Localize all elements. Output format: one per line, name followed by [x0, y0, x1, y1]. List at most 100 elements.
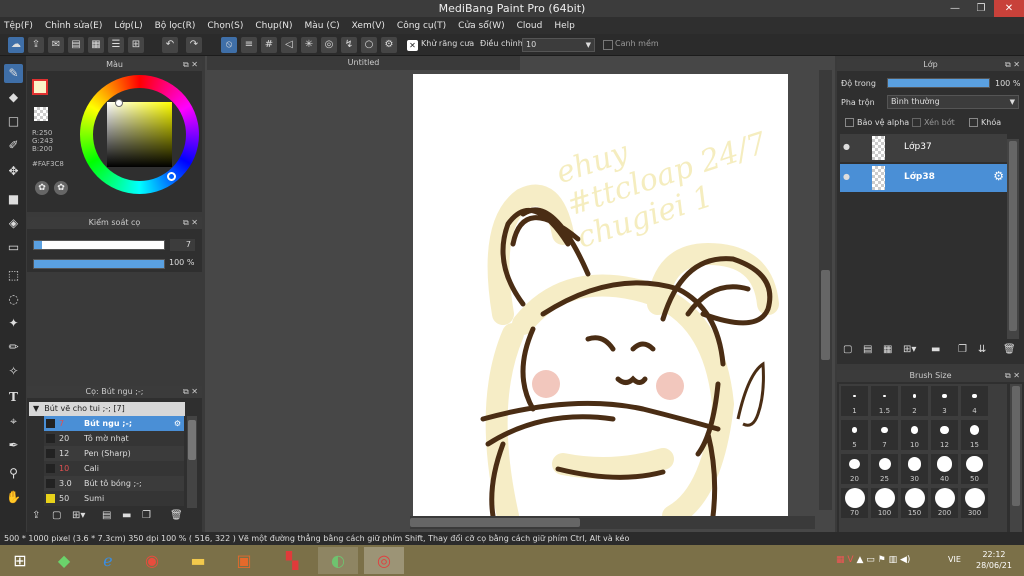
brush-size-cell[interactable]: 30	[901, 454, 928, 484]
drawing-canvas[interactable]: ehuy #ttcloap 24/7 chugiei 1	[413, 74, 788, 516]
internet-explorer-icon[interactable]: ℯ	[88, 547, 128, 574]
brush-size-cell[interactable]: 150	[901, 488, 928, 518]
primary-color-swatch[interactable]	[32, 79, 48, 95]
menu-file[interactable]: Tệp(F)	[4, 21, 33, 31]
brush-size-cell[interactable]: 5	[841, 420, 868, 450]
trash-icon[interactable]: 🗑	[170, 510, 183, 521]
brush-size-cell[interactable]: 300	[961, 488, 988, 518]
dot-pen-icon[interactable]: ✐	[4, 136, 23, 155]
lasso-tool-icon[interactable]: ◌	[4, 290, 23, 309]
saturation-square[interactable]	[107, 102, 172, 167]
tray-flag-icon[interactable]: ⚑	[878, 555, 886, 565]
adjust-select[interactable]: 10 ▼	[522, 38, 595, 52]
scrollbar-thumb[interactable]	[188, 420, 196, 460]
brush-cloud-icon[interactable]: ⇪	[32, 510, 40, 521]
brush-size-cell[interactable]: 40	[931, 454, 958, 484]
brush-size-cell[interactable]: 4	[961, 386, 988, 416]
canvas-vertical-scrollbar[interactable]	[819, 70, 832, 510]
list-icon[interactable]: ☰	[108, 37, 124, 53]
new-layer-doc-icon[interactable]: ▤	[863, 344, 872, 355]
soft-edge-checkbox[interactable]	[603, 40, 613, 50]
duplicate-icon[interactable]: ❐	[142, 510, 151, 521]
palette-add-icon[interactable]: ✿	[54, 181, 68, 195]
brush-size-cell[interactable]: 100	[871, 488, 898, 518]
layer-row[interactable]: ● Lớp38 ⚙	[840, 164, 1007, 192]
protect-alpha-checkbox[interactable]	[845, 118, 854, 127]
comment-icon[interactable]: ✉	[48, 37, 64, 53]
hand-tool-icon[interactable]: ✋	[4, 488, 23, 507]
brush-size-cell[interactable]: 20	[841, 454, 868, 484]
eyedropper-icon[interactable]: ⚲	[4, 464, 23, 483]
fill-rect-icon[interactable]: ■	[4, 190, 23, 209]
brush-doc-icon[interactable]: ▤	[102, 510, 111, 521]
tray-volume-icon[interactable]: ◀)	[900, 555, 910, 565]
bluestacks-icon[interactable]: ◆	[44, 547, 84, 574]
layer-row[interactable]: ● Lớp37	[840, 134, 1007, 162]
new-brush-icon[interactable]: ▢	[52, 510, 61, 521]
visibility-eye-icon[interactable]: ●	[843, 172, 850, 181]
scrollbar-thumb[interactable]	[1009, 141, 1017, 331]
brush-list-item[interactable]: 20 Tô mờ nhạt	[44, 431, 184, 446]
menu-snap[interactable]: Chụp(N)	[255, 21, 292, 31]
brush-size-cell[interactable]: 15	[961, 420, 988, 450]
input-language[interactable]: VIE	[948, 555, 961, 564]
operation-tool-icon[interactable]: ⌖	[4, 412, 23, 431]
undo-icon[interactable]: ↶	[162, 37, 178, 53]
blend-select[interactable]: Bình thường ▼	[887, 95, 1019, 109]
redo-icon[interactable]: ↷	[186, 37, 202, 53]
chrome-icon[interactable]: ◉	[132, 547, 172, 574]
add-layer-menu-icon[interactable]: ⊞▾	[903, 344, 916, 355]
palette-icon[interactable]: ✿	[35, 181, 49, 195]
merge-layer-icon[interactable]: ⇊	[978, 344, 986, 355]
folder-icon[interactable]: ▬	[931, 344, 940, 355]
radial-snap-icon[interactable]: ✳	[301, 37, 317, 53]
brush-size-cell[interactable]: 1	[841, 386, 868, 416]
menu-help[interactable]: Help	[554, 21, 575, 31]
brush-list-scrollbar[interactable]	[187, 416, 197, 508]
perspective-snap-icon[interactable]: ◁	[281, 37, 297, 53]
clipping-checkbox[interactable]	[912, 118, 921, 127]
pen-tool-icon[interactable]: ✒	[4, 436, 23, 455]
canvas-horizontal-scrollbar[interactable]	[410, 516, 815, 529]
clock[interactable]: 22:12 28/06/21	[974, 549, 1014, 571]
tray-arrow-icon[interactable]: ▲	[856, 555, 863, 565]
layer-list-scrollbar[interactable]	[1007, 139, 1019, 339]
panel-close-icon[interactable]: ⧉ ✕	[183, 59, 198, 71]
tray-v-icon[interactable]: V	[847, 555, 853, 565]
text-tool-icon[interactable]: T	[4, 388, 23, 407]
menu-color[interactable]: Màu (C)	[305, 21, 340, 31]
scrollbar-thumb[interactable]	[410, 518, 580, 527]
new-layer-icon[interactable]: ▢	[843, 344, 852, 355]
document-icon[interactable]: ▦	[88, 37, 104, 53]
parallel-snap-icon[interactable]: ≡	[241, 37, 257, 53]
antialias-checkbox[interactable]: ✕	[407, 40, 418, 51]
message-icon[interactable]: ▤	[68, 37, 84, 53]
brush-size-cell[interactable]: 2	[901, 386, 928, 416]
panel-close-icon[interactable]: ⧉ ✕	[1005, 59, 1020, 71]
menu-window[interactable]: Cửa sổ(W)	[458, 21, 504, 31]
size-slider[interactable]	[33, 240, 165, 250]
menu-tools[interactable]: Công cụ(T)	[397, 21, 446, 31]
layer-opacity-slider[interactable]	[887, 78, 990, 88]
menu-select[interactable]: Chọn(S)	[207, 21, 243, 31]
settings-gear-icon[interactable]: ⚙	[381, 37, 397, 53]
maximize-button[interactable]: ❐	[968, 0, 994, 17]
menu-layer[interactable]: Lớp(L)	[114, 21, 142, 31]
menu-edit[interactable]: Chỉnh sửa(E)	[45, 21, 102, 31]
clip-studio-icon[interactable]: ◐	[318, 547, 358, 574]
grid-snap-icon[interactable]: #	[261, 37, 277, 53]
menu-view[interactable]: Xem(V)	[352, 21, 385, 31]
tray-network-icon[interactable]: ▥	[889, 555, 898, 565]
brush-size-cell[interactable]: 50	[961, 454, 988, 484]
panel-close-icon[interactable]: ⧉ ✕	[183, 386, 198, 398]
hue-marker[interactable]	[167, 172, 176, 181]
menu-cloud[interactable]: Cloud	[517, 21, 543, 31]
ellipse-snap-icon[interactable]: ○	[361, 37, 377, 53]
transparent-swatch[interactable]	[34, 107, 48, 121]
canvas-tab[interactable]: Untitled	[207, 56, 520, 70]
brush-size-cell[interactable]: 70	[841, 488, 868, 518]
tray-app-icon[interactable]: ▦	[836, 555, 845, 565]
select-pen-icon[interactable]: ✏	[4, 338, 23, 357]
brush-size-cell[interactable]: 12	[931, 420, 958, 450]
move-tool-icon[interactable]: ✥	[4, 162, 23, 181]
